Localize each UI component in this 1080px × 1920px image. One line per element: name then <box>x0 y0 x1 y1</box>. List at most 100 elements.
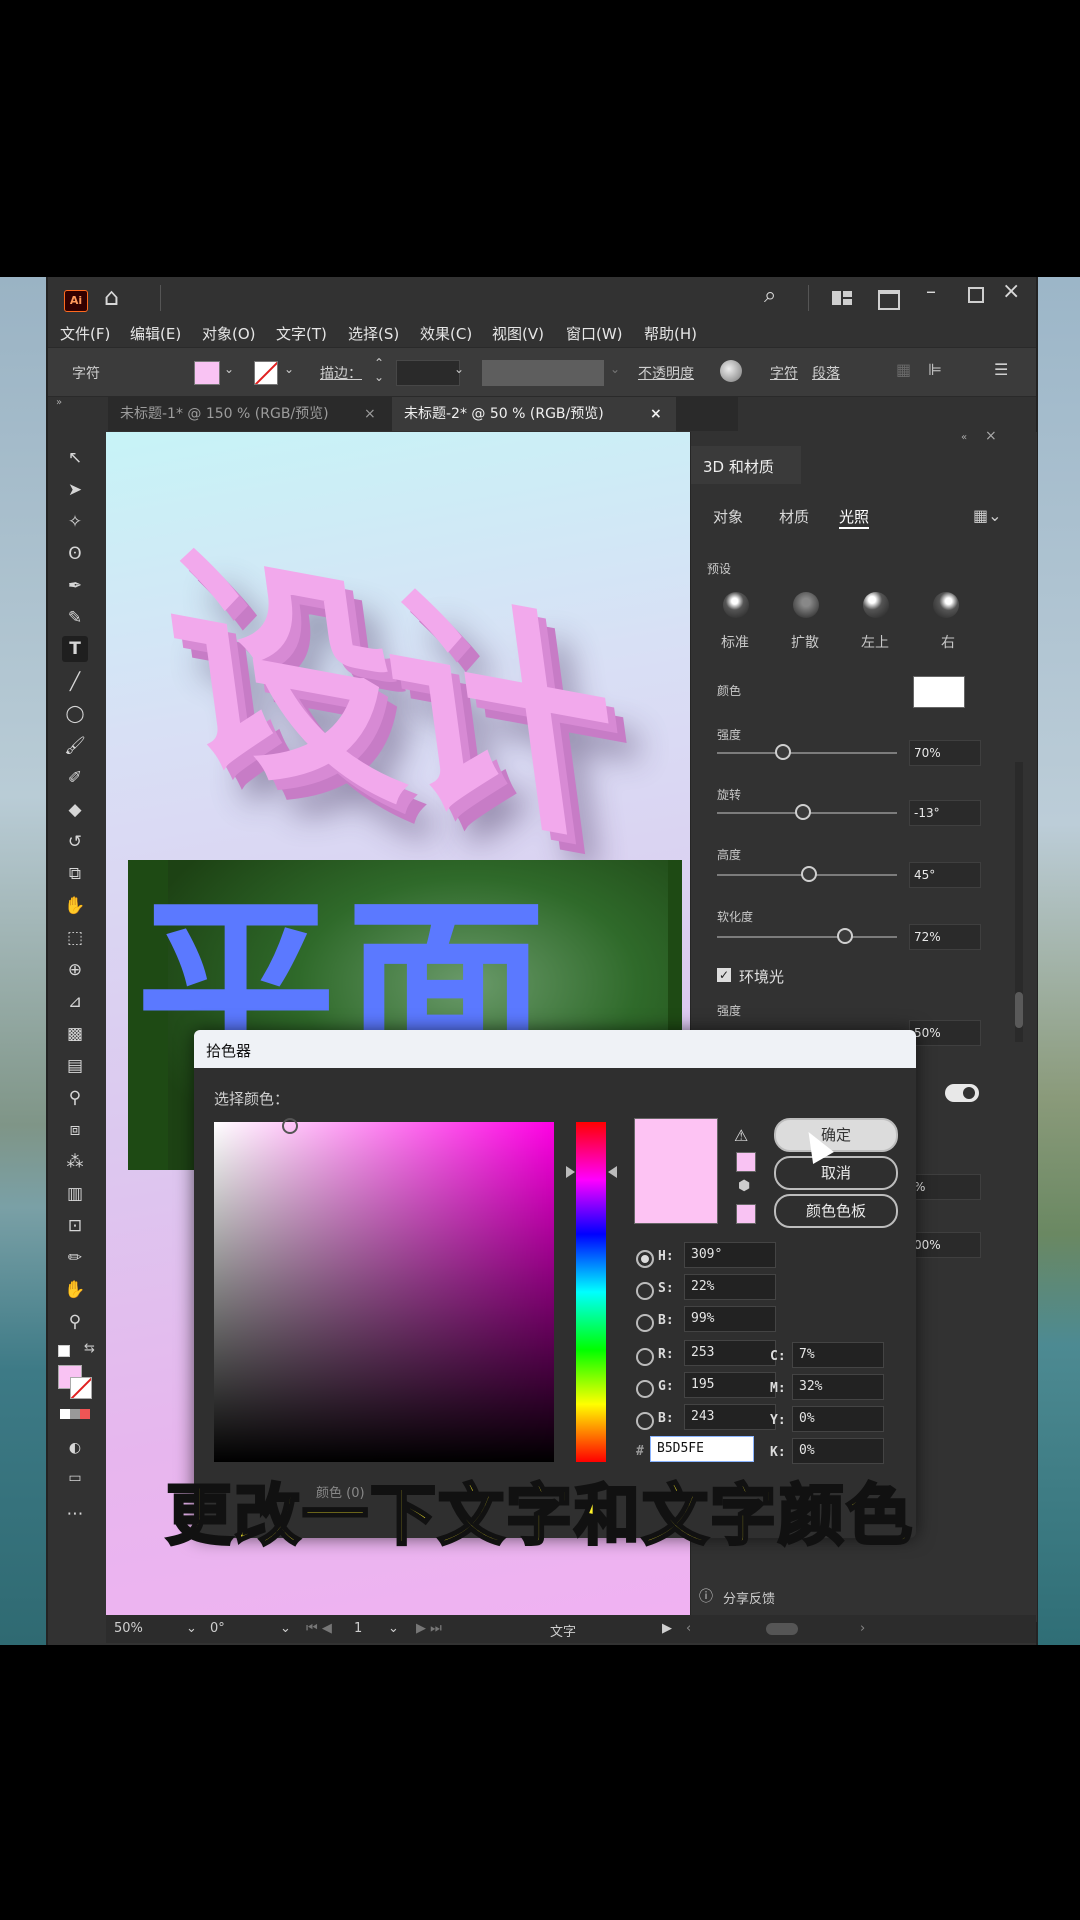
softness-slider-knob[interactable] <box>837 928 853 944</box>
puppet-warp-icon[interactable]: ✋ <box>62 893 88 919</box>
black-input[interactable]: 0% <box>792 1438 884 1464</box>
collapse-toolbar-icon[interactable]: » <box>56 397 62 408</box>
light-color-swatch[interactable] <box>913 676 965 708</box>
menu-edit[interactable]: 编辑(E) <box>130 323 181 344</box>
gradient-tool-icon[interactable]: ▤ <box>62 1053 88 1079</box>
home-icon[interactable]: ⌂ <box>104 283 119 311</box>
hue-slider-handle-right[interactable] <box>608 1166 617 1178</box>
color-swatches-button[interactable]: 颜色色板 <box>774 1194 898 1228</box>
rotation-value[interactable]: 0° <box>210 1621 225 1636</box>
artboard-number[interactable]: 1 <box>354 1621 362 1636</box>
menu-select[interactable]: 选择(S) <box>348 323 399 344</box>
menu-object[interactable]: 对象(O) <box>202 323 256 344</box>
search-icon[interactable]: ⌕ <box>764 283 776 308</box>
ellipse-tool-icon[interactable]: ◯ <box>62 701 88 727</box>
green-input[interactable]: 195 <box>684 1372 776 1398</box>
stroke-label[interactable]: 描边： <box>320 363 362 383</box>
web-safe-cube-icon[interactable]: ⬢ <box>738 1178 750 1194</box>
tab-document-2[interactable]: 未标题-2* @ 50 % (RGB/预览) × <box>392 397 676 431</box>
direct-selection-tool-icon[interactable]: ➤ <box>62 477 88 503</box>
ambient-intensity-input[interactable]: 50% <box>909 1020 981 1046</box>
curvature-tool-icon[interactable]: ✎ <box>62 605 88 631</box>
hue-slider-handle-left[interactable] <box>566 1166 575 1178</box>
color-field[interactable] <box>214 1118 554 1462</box>
cyan-input[interactable]: 7% <box>792 1342 884 1368</box>
zoom-level[interactable]: 50% <box>114 1621 143 1636</box>
workspace-icon[interactable] <box>878 290 900 310</box>
toggle-switch[interactable] <box>945 1084 979 1102</box>
variable-width-profile[interactable] <box>482 360 604 386</box>
ok-button[interactable]: 确定 <box>774 1118 898 1152</box>
swap-colors-icon[interactable]: ⇆ <box>84 1341 95 1356</box>
chevron-down-icon[interactable]: ⌄ <box>284 362 294 376</box>
symbol-sprayer-icon[interactable]: ⁂ <box>62 1149 88 1175</box>
rotation-slider-knob[interactable] <box>795 804 811 820</box>
chevron-down-icon[interactable]: ⌄ <box>186 1621 197 1636</box>
shape-builder-icon[interactable]: ⊕ <box>62 957 88 983</box>
close-tab-icon[interactable]: × <box>650 397 662 431</box>
intensity-slider-knob[interactable] <box>775 744 791 760</box>
stroke-stepper[interactable]: ⌃ ⌄ <box>374 356 384 384</box>
saturation-input[interactable]: 22% <box>684 1274 776 1300</box>
selection-tool-icon[interactable]: ↖ <box>62 445 88 471</box>
menu-type[interactable]: 文字(T) <box>276 323 327 344</box>
saturation-radio[interactable] <box>636 1282 654 1300</box>
color-mode-icons[interactable] <box>60 1409 90 1419</box>
menu-view[interactable]: 视图(V) <box>492 323 544 344</box>
preset-right-icon[interactable] <box>933 592 959 618</box>
draw-mode-icon[interactable]: ◐ <box>62 1435 88 1461</box>
tab-lighting[interactable]: 光照 <box>839 506 870 529</box>
free-transform-icon[interactable]: ⬚ <box>62 925 88 951</box>
chevron-down-icon[interactable]: ⌄ <box>280 1621 291 1636</box>
character-link[interactable]: 字符 <box>770 363 798 383</box>
lasso-tool-icon[interactable]: ʘ <box>62 541 88 567</box>
scale-tool-icon[interactable]: ⧉ <box>62 861 88 887</box>
softness-input[interactable]: 72% <box>909 924 981 950</box>
green-radio[interactable] <box>636 1380 654 1398</box>
hand-tool-icon[interactable]: ✋ <box>62 1277 88 1303</box>
panel-scrollbar[interactable] <box>1015 762 1023 1042</box>
hue-input[interactable]: 309° <box>684 1242 776 1268</box>
cancel-button[interactable]: 取消 <box>774 1156 898 1190</box>
minimize-icon[interactable]: – <box>926 279 936 303</box>
menu-effect[interactable]: 效果(C) <box>420 323 472 344</box>
menu-icon[interactable]: ☰ <box>994 360 1008 379</box>
first-artboard-icon[interactable]: ⏮ ◀ <box>306 1621 332 1636</box>
last-artboard-icon[interactable]: ▶ ⏭ <box>416 1621 442 1636</box>
intensity-input[interactable]: 70% <box>909 740 981 766</box>
tab-document-1[interactable]: 未标题-1* @ 150 % (RGB/预览) × <box>108 397 392 431</box>
red-radio[interactable] <box>636 1348 654 1366</box>
height-slider-knob[interactable] <box>801 866 817 882</box>
default-colors-icon[interactable] <box>58 1345 70 1357</box>
align-icon[interactable]: ▦ <box>896 360 911 379</box>
brightness-input[interactable]: 99% <box>684 1306 776 1332</box>
mesh-tool-icon[interactable]: ▩ <box>62 1021 88 1047</box>
arrange-documents-icon[interactable] <box>832 291 852 305</box>
stroke-color-box[interactable] <box>70 1377 92 1399</box>
collapse-panel-icon[interactable]: « <box>961 432 967 443</box>
horizontal-scrollbar[interactable] <box>766 1623 798 1635</box>
eraser-tool-icon[interactable]: ◆ <box>62 797 88 823</box>
magic-wand-icon[interactable]: ✧ <box>62 509 88 535</box>
stroke-weight-input[interactable] <box>396 360 460 386</box>
menu-help[interactable]: 帮助(H) <box>644 323 697 344</box>
slice-tool-icon[interactable]: ✏ <box>62 1245 88 1271</box>
scroll-right-icon[interactable]: › <box>860 1621 865 1636</box>
feedback-link[interactable]: 分享反馈 <box>723 1588 775 1607</box>
close-tab-icon[interactable]: × <box>364 397 376 431</box>
stroke-swatch[interactable] <box>254 361 278 385</box>
tab-material[interactable]: 材质 <box>779 506 809 527</box>
preset-top-left-icon[interactable] <box>863 592 889 618</box>
red-input[interactable]: 253 <box>684 1340 776 1366</box>
perspective-grid-icon[interactable]: ⊿ <box>62 989 88 1015</box>
chevron-down-icon[interactable]: ⌄ <box>388 1621 399 1636</box>
paragraph-link[interactable]: 段落 <box>812 363 840 383</box>
opacity-label[interactable]: 不透明度 <box>638 363 694 383</box>
chevron-down-icon[interactable]: ⌄ <box>224 362 234 376</box>
zoom-tool-icon[interactable]: ⚲ <box>62 1309 88 1335</box>
graph-tool-icon[interactable]: ▥ <box>62 1181 88 1207</box>
artwork-text-3d[interactable]: 设计 <box>145 466 627 891</box>
fill-swatch[interactable] <box>194 361 220 385</box>
menu-file[interactable]: 文件(F) <box>60 323 110 344</box>
menu-window[interactable]: 窗口(W) <box>566 323 623 344</box>
